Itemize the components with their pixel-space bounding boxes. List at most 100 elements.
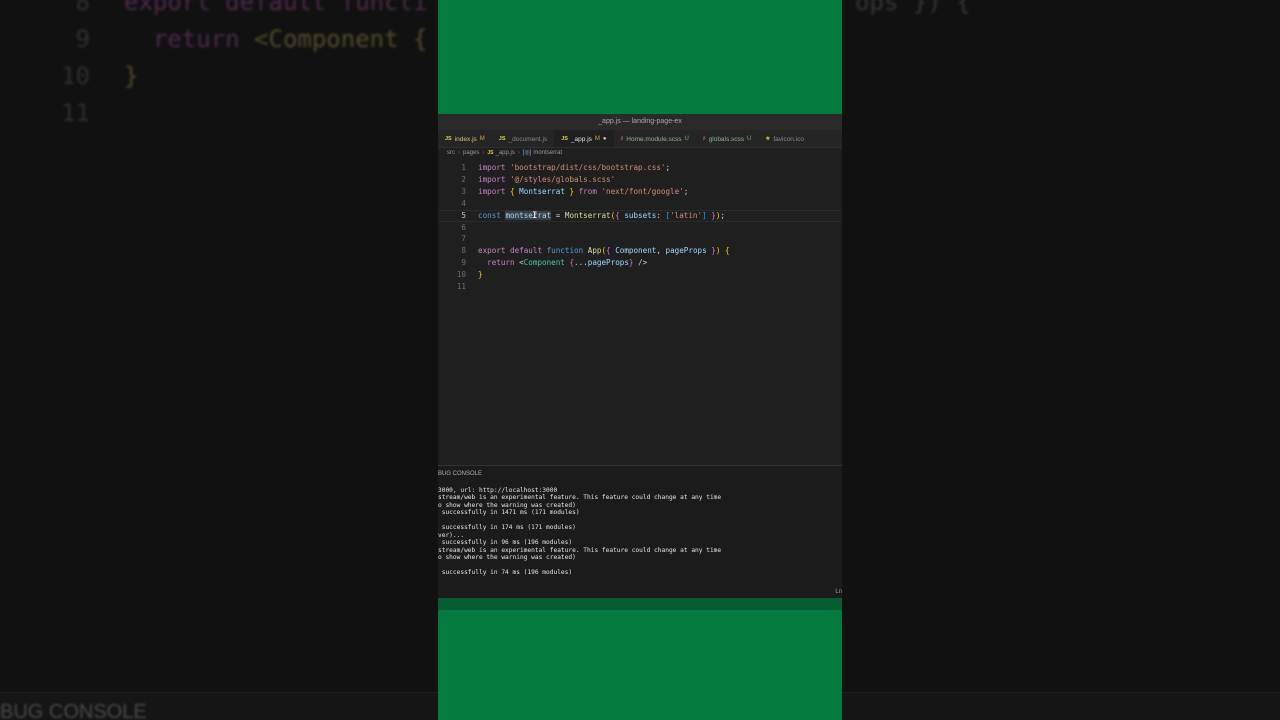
tab-index-js[interactable]: JS index.js M	[438, 130, 492, 147]
code-token: 'bootstrap/dist/css/bootstrap.css'	[510, 163, 666, 172]
line-number: 8	[461, 246, 466, 256]
tab-label: _document.js	[508, 135, 548, 143]
code-token: Montserrat	[519, 186, 565, 196]
background-code-line: 10}	[60, 58, 427, 95]
variable-icon: [◎]	[522, 150, 532, 156]
window-title: _app.js — landing-page-ex	[438, 114, 842, 130]
terminal-line: o show where the warning was created)	[438, 501, 576, 509]
status-line-indicator[interactable]: Ln	[835, 589, 842, 595]
unsaved-dot-icon[interactable]: ●	[603, 136, 607, 142]
background-code-line: 8 export default functi	[60, 0, 428, 21]
background-code-line: 9 return <Component {	[60, 21, 428, 58]
background-line-number: 11	[61, 99, 90, 127]
code-token: }	[706, 246, 716, 256]
terminal-line: stream/web is an experimental feature. T…	[438, 494, 722, 502]
code-token: pageProps	[665, 246, 707, 256]
code-token: Montserrat	[564, 210, 611, 220]
terminal-output[interactable]: 3000, url: http://localhost:3000 stream/w…	[438, 483, 842, 576]
code-token: )	[715, 246, 725, 256]
code-token: {	[510, 186, 520, 196]
code-token: }	[706, 210, 716, 220]
breadcrumb-pages[interactable]: pages	[463, 150, 479, 156]
tab-bar: JS index.js M JS _document.js JS _app.js M ● ♯ Hom…	[438, 130, 842, 148]
code-content: import '@/styles/globals.scss'	[478, 174, 615, 186]
line-number: 11	[456, 282, 466, 291]
code-token: export	[478, 246, 511, 256]
background-line-number: 10	[61, 62, 90, 90]
code-line[interactable]: 3 import { Montserrat } from 'next/font/g…	[438, 186, 842, 198]
code-token: {	[606, 246, 616, 256]
code-line[interactable]: 7	[438, 233, 842, 245]
bottom-panel: BUG CONSOLE 3000, url: http://localhost:…	[438, 465, 842, 598]
code-line[interactable]: 8 export default function App({ Component…	[438, 245, 842, 257]
tab-home-module-scss[interactable]: ♯ Home.module.scss U	[614, 130, 696, 147]
code-editor[interactable]: 1 import 'bootstrap/dist/css/bootstrap.cs…	[438, 159, 842, 489]
code-token: function	[546, 246, 588, 256]
code-line[interactable]: 2 import '@/styles/globals.scss'	[438, 174, 842, 186]
line-number: 5	[461, 210, 466, 220]
tab-globals-scss[interactable]: ♯ globals.scss U	[696, 130, 759, 147]
tab-modified-badge: U	[747, 136, 752, 142]
code-token: pageProps	[587, 258, 629, 268]
background-line-number: 9	[75, 25, 90, 53]
terminal-line: o show where the warning was created)	[438, 553, 576, 561]
tab-favicon-ico[interactable]: ★ favicon.ico	[758, 130, 811, 147]
code-token: Component	[523, 258, 565, 268]
panel-tab-debug-console[interactable]: BUG CONSOLE	[438, 466, 842, 483]
breadcrumb: src › pages › JS _app.js › [◎] montserrat	[438, 148, 842, 159]
code-token: }	[478, 270, 483, 280]
background-code-token: <Component {	[254, 25, 428, 53]
code-token: default	[510, 246, 547, 256]
line-number: 9	[461, 258, 466, 268]
code-token: ;	[683, 186, 689, 196]
chevron-right-icon: ›	[458, 150, 460, 156]
code-token: '@/styles/globals.scss'	[510, 174, 616, 184]
line-number: 6	[461, 222, 466, 232]
code-line[interactable]: 10}	[438, 269, 842, 281]
terminal-line: successfully in 174 ms (171 modules)	[438, 524, 576, 532]
code-content: return <Component {...pageProps} />	[478, 257, 647, 269]
favicon-file-icon: ★	[765, 136, 771, 142]
breadcrumb-symbol[interactable]: montserrat	[533, 150, 562, 156]
line-number: 4	[461, 198, 466, 208]
code-line[interactable]: 6	[438, 222, 842, 234]
code-token: ...	[574, 258, 588, 268]
terminal-line: successfully in 1471 ms (171 modules)	[438, 509, 580, 517]
background-bottom-label: BUG CONSOLE	[0, 701, 147, 720]
terminal-line: successfully in 74 ms (196 modules)	[438, 568, 573, 576]
tab-modified-badge: U	[684, 136, 689, 142]
line-number: 10	[456, 270, 466, 280]
code-line[interactable]: 1 import 'bootstrap/dist/css/bootstrap.cs…	[438, 162, 842, 174]
code-token: from	[578, 186, 602, 196]
code-token: import	[478, 174, 511, 184]
background-code-token: export default functi	[124, 0, 428, 16]
tab-label: Home.module.scss	[626, 135, 682, 143]
code-token: 'latin'	[670, 210, 703, 220]
code-line[interactable]: 4	[438, 198, 842, 210]
line-number: 7	[461, 234, 466, 244]
line-number: 1	[461, 163, 466, 172]
background-code-line: 11	[60, 95, 427, 132]
tab--app-js[interactable]: JS _app.js M ●	[554, 130, 614, 147]
code-line[interactable]: 11	[438, 281, 842, 293]
background-line-number: 8	[75, 0, 90, 16]
breadcrumb-file[interactable]: _app.js	[495, 150, 514, 156]
code-token: ,	[656, 246, 666, 256]
code-line[interactable]: 5 const montserrat = Montserrat({ subsets…	[438, 210, 842, 222]
code-line[interactable]: 9 return <Component {...pageProps} />	[438, 257, 842, 269]
code-token: import	[478, 186, 511, 196]
js-file-icon: JS	[487, 150, 494, 156]
chevron-right-icon: ›	[517, 150, 520, 156]
background-code-token: return	[124, 25, 255, 53]
code-token: ;	[665, 163, 671, 172]
js-file-icon: JS	[561, 136, 568, 142]
breadcrumb-src[interactable]: src	[447, 150, 455, 156]
code-token: :	[656, 210, 666, 220]
code-token: Component	[615, 246, 657, 256]
code-token: {	[615, 210, 625, 220]
tab--document-js[interactable]: JS _document.js	[492, 130, 554, 147]
code-content: export default function App({ Component,…	[478, 245, 730, 257]
code-token: subsets	[624, 210, 657, 220]
code-token: }	[564, 186, 579, 196]
